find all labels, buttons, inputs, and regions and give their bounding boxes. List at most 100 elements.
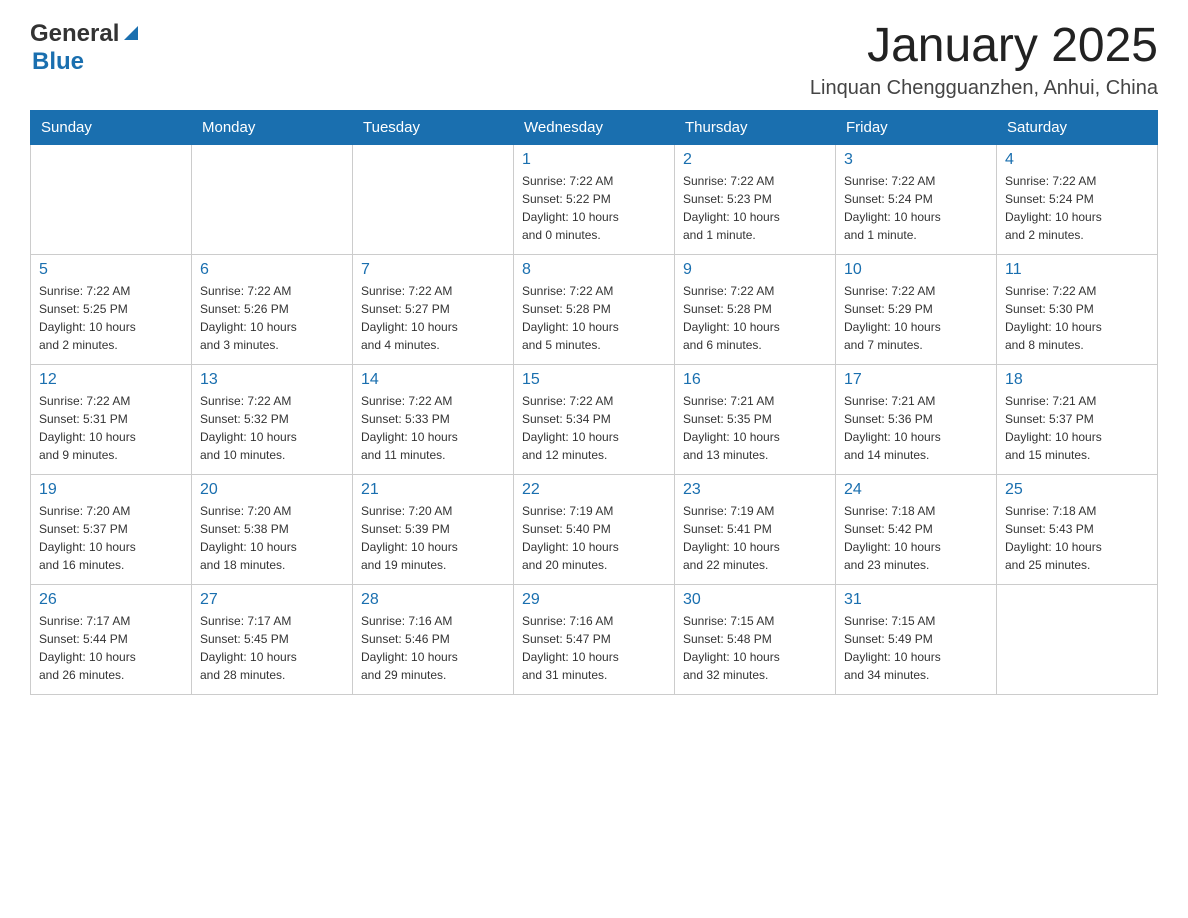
day-info: Sunrise: 7:19 AM Sunset: 5:41 PM Dayligh…	[683, 502, 827, 574]
calendar-day-10: 10 Sunrise: 7:22 AM Sunset: 5:29 PM Dayli…	[836, 254, 997, 364]
day-info: Sunrise: 7:22 AM Sunset: 5:24 PM Dayligh…	[1005, 172, 1149, 244]
day-number: 27	[200, 591, 344, 609]
day-number: 7	[361, 261, 505, 279]
calendar-day-24: 24 Sunrise: 7:18 AM Sunset: 5:42 PM Dayli…	[836, 474, 997, 584]
calendar-day-26: 26Sunrise: 7:17 AM Sunset: 5:44 PM Dayli…	[31, 584, 192, 694]
day-info: Sunrise: 7:22 AM Sunset: 5:31 PM Dayligh…	[39, 392, 183, 464]
day-info: Sunrise: 7:22 AM Sunset: 5:28 PM Dayligh…	[522, 282, 666, 354]
calendar-header-row: SundayMondayTuesdayWednesdayThursdayFrid…	[31, 110, 1158, 144]
calendar-day-9: 9Sunrise: 7:22 AM Sunset: 5:28 PM Daylig…	[675, 254, 836, 364]
calendar-week-row: 19 Sunrise: 7:20 AM Sunset: 5:37 PM Dayli…	[31, 474, 1158, 584]
day-info: Sunrise: 7:22 AM Sunset: 5:22 PM Dayligh…	[522, 172, 666, 244]
page-header: General Blue January 2025 Linquan Chengg…	[30, 20, 1158, 100]
day-info: Sunrise: 7:17 AM Sunset: 5:45 PM Dayligh…	[200, 612, 344, 684]
day-number: 13	[200, 371, 344, 389]
column-header-sunday: Sunday	[31, 110, 192, 144]
calendar-day-3: 3 Sunrise: 7:22 AM Sunset: 5:24 PM Daylig…	[836, 144, 997, 254]
title-section: January 2025 Linquan Chengguanzhen, Anhu…	[810, 20, 1158, 100]
column-header-friday: Friday	[836, 110, 997, 144]
empty-cell	[31, 144, 192, 254]
day-info: Sunrise: 7:15 AM Sunset: 5:48 PM Dayligh…	[683, 612, 827, 684]
day-info: Sunrise: 7:17 AM Sunset: 5:44 PM Dayligh…	[39, 612, 183, 684]
day-info: Sunrise: 7:21 AM Sunset: 5:36 PM Dayligh…	[844, 392, 988, 464]
calendar-day-6: 6 Sunrise: 7:22 AM Sunset: 5:26 PM Daylig…	[192, 254, 353, 364]
calendar-day-14: 14 Sunrise: 7:22 AM Sunset: 5:33 PM Dayli…	[353, 364, 514, 474]
day-number: 5	[39, 261, 183, 279]
calendar-week-row: 12 Sunrise: 7:22 AM Sunset: 5:31 PM Dayli…	[31, 364, 1158, 474]
calendar-day-11: 11 Sunrise: 7:22 AM Sunset: 5:30 PM Dayli…	[997, 254, 1158, 364]
calendar-day-20: 20 Sunrise: 7:20 AM Sunset: 5:38 PM Dayli…	[192, 474, 353, 584]
day-info: Sunrise: 7:22 AM Sunset: 5:33 PM Dayligh…	[361, 392, 505, 464]
day-number: 29	[522, 591, 666, 609]
day-number: 12	[39, 371, 183, 389]
column-header-wednesday: Wednesday	[514, 110, 675, 144]
day-info: Sunrise: 7:22 AM Sunset: 5:23 PM Dayligh…	[683, 172, 827, 244]
day-number: 11	[1005, 261, 1149, 279]
day-info: Sunrise: 7:22 AM Sunset: 5:29 PM Dayligh…	[844, 282, 988, 354]
column-header-saturday: Saturday	[997, 110, 1158, 144]
day-number: 1	[522, 151, 666, 169]
day-number: 19	[39, 481, 183, 499]
day-number: 14	[361, 371, 505, 389]
calendar-day-17: 17 Sunrise: 7:21 AM Sunset: 5:36 PM Dayli…	[836, 364, 997, 474]
day-number: 15	[522, 371, 666, 389]
day-info: Sunrise: 7:22 AM Sunset: 5:34 PM Dayligh…	[522, 392, 666, 464]
calendar-week-row: 5 Sunrise: 7:22 AM Sunset: 5:25 PM Daylig…	[31, 254, 1158, 364]
day-info: Sunrise: 7:22 AM Sunset: 5:26 PM Dayligh…	[200, 282, 344, 354]
calendar-day-15: 15 Sunrise: 7:22 AM Sunset: 5:34 PM Dayli…	[514, 364, 675, 474]
day-info: Sunrise: 7:19 AM Sunset: 5:40 PM Dayligh…	[522, 502, 666, 574]
day-number: 17	[844, 371, 988, 389]
day-number: 6	[200, 261, 344, 279]
day-info: Sunrise: 7:20 AM Sunset: 5:37 PM Dayligh…	[39, 502, 183, 574]
calendar-day-28: 28Sunrise: 7:16 AM Sunset: 5:46 PM Dayli…	[353, 584, 514, 694]
empty-cell	[353, 144, 514, 254]
day-info: Sunrise: 7:21 AM Sunset: 5:37 PM Dayligh…	[1005, 392, 1149, 464]
calendar-day-7: 7 Sunrise: 7:22 AM Sunset: 5:27 PM Daylig…	[353, 254, 514, 364]
calendar-week-row: 26Sunrise: 7:17 AM Sunset: 5:44 PM Dayli…	[31, 584, 1158, 694]
day-info: Sunrise: 7:22 AM Sunset: 5:25 PM Dayligh…	[39, 282, 183, 354]
day-number: 23	[683, 481, 827, 499]
day-info: Sunrise: 7:22 AM Sunset: 5:24 PM Dayligh…	[844, 172, 988, 244]
location-title: Linquan Chengguanzhen, Anhui, China	[810, 77, 1158, 100]
day-number: 4	[1005, 151, 1149, 169]
day-number: 28	[361, 591, 505, 609]
day-number: 8	[522, 261, 666, 279]
calendar-day-31: 31Sunrise: 7:15 AM Sunset: 5:49 PM Dayli…	[836, 584, 997, 694]
day-number: 10	[844, 261, 988, 279]
day-info: Sunrise: 7:18 AM Sunset: 5:42 PM Dayligh…	[844, 502, 988, 574]
day-number: 2	[683, 151, 827, 169]
calendar-day-1: 1 Sunrise: 7:22 AM Sunset: 5:22 PM Daylig…	[514, 144, 675, 254]
day-number: 25	[1005, 481, 1149, 499]
month-title: January 2025	[810, 20, 1158, 73]
empty-cell	[192, 144, 353, 254]
logo: General Blue	[30, 20, 142, 76]
logo-general-text: General	[30, 20, 119, 48]
calendar-day-18: 18Sunrise: 7:21 AM Sunset: 5:37 PM Dayli…	[997, 364, 1158, 474]
column-header-monday: Monday	[192, 110, 353, 144]
day-info: Sunrise: 7:20 AM Sunset: 5:38 PM Dayligh…	[200, 502, 344, 574]
calendar-day-22: 22 Sunrise: 7:19 AM Sunset: 5:40 PM Dayli…	[514, 474, 675, 584]
day-info: Sunrise: 7:22 AM Sunset: 5:30 PM Dayligh…	[1005, 282, 1149, 354]
day-number: 16	[683, 371, 827, 389]
empty-cell	[997, 584, 1158, 694]
calendar-day-30: 30 Sunrise: 7:15 AM Sunset: 5:48 PM Dayli…	[675, 584, 836, 694]
day-info: Sunrise: 7:22 AM Sunset: 5:32 PM Dayligh…	[200, 392, 344, 464]
day-number: 3	[844, 151, 988, 169]
calendar-day-21: 21Sunrise: 7:20 AM Sunset: 5:39 PM Dayli…	[353, 474, 514, 584]
calendar-day-4: 4 Sunrise: 7:22 AM Sunset: 5:24 PM Daylig…	[997, 144, 1158, 254]
day-number: 9	[683, 261, 827, 279]
calendar-day-5: 5 Sunrise: 7:22 AM Sunset: 5:25 PM Daylig…	[31, 254, 192, 364]
calendar-day-13: 13 Sunrise: 7:22 AM Sunset: 5:32 PM Dayli…	[192, 364, 353, 474]
day-info: Sunrise: 7:20 AM Sunset: 5:39 PM Dayligh…	[361, 502, 505, 574]
day-number: 22	[522, 481, 666, 499]
calendar-day-25: 25 Sunrise: 7:18 AM Sunset: 5:43 PM Dayli…	[997, 474, 1158, 584]
day-number: 30	[683, 591, 827, 609]
day-number: 24	[844, 481, 988, 499]
day-info: Sunrise: 7:18 AM Sunset: 5:43 PM Dayligh…	[1005, 502, 1149, 574]
column-header-thursday: Thursday	[675, 110, 836, 144]
day-number: 20	[200, 481, 344, 499]
calendar-table: SundayMondayTuesdayWednesdayThursdayFrid…	[30, 110, 1158, 695]
column-header-tuesday: Tuesday	[353, 110, 514, 144]
day-info: Sunrise: 7:22 AM Sunset: 5:27 PM Dayligh…	[361, 282, 505, 354]
calendar-day-23: 23 Sunrise: 7:19 AM Sunset: 5:41 PM Dayli…	[675, 474, 836, 584]
